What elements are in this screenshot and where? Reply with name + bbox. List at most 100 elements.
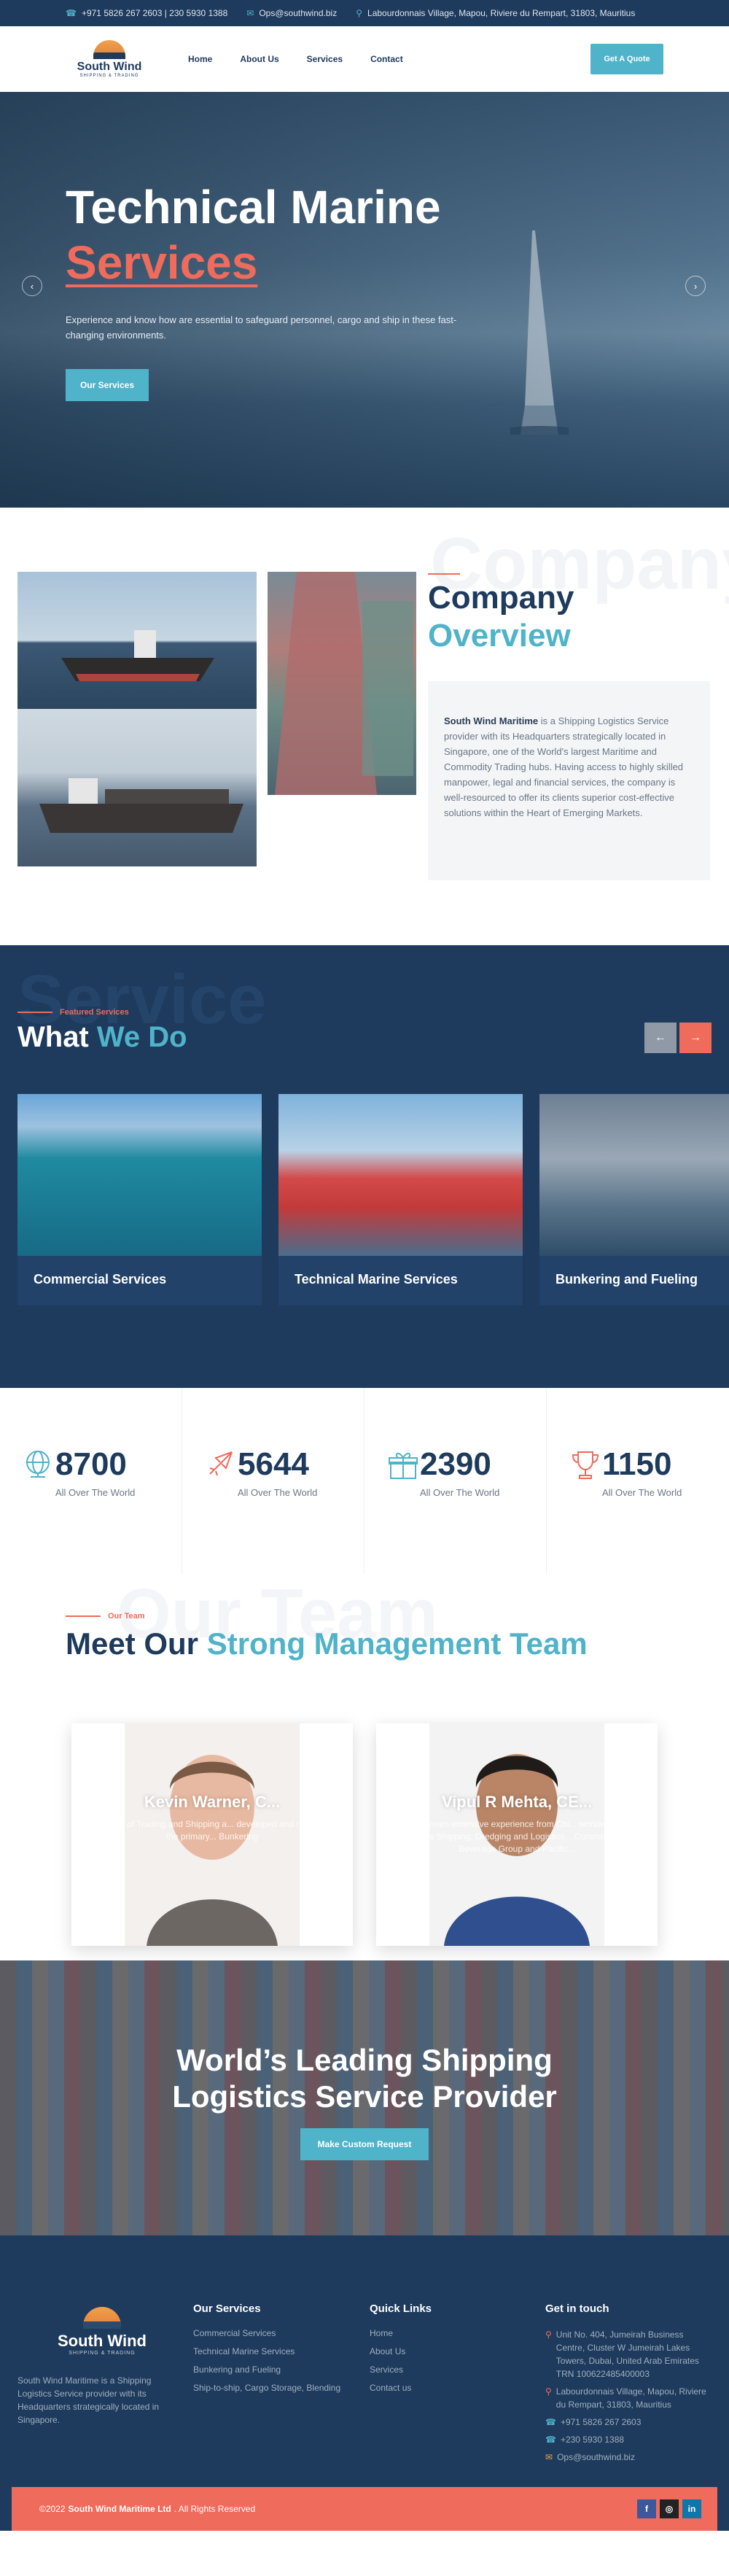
team-member-card[interactable]: Vipul R Mehta, CE... 25 years extensive … xyxy=(376,1723,658,1946)
footer-service-link[interactable]: Bunkering and Fueling xyxy=(193,2364,340,2375)
overview-title-line2: Overview xyxy=(428,618,571,653)
carousel-next-arrow-icon[interactable]: → xyxy=(679,1023,712,1053)
footer-logo-tagline: SHIPPING & TRADING xyxy=(69,2351,136,2356)
site-logo[interactable]: South Wind SHIPPING & TRADING xyxy=(66,40,153,78)
team-member-bio: 25 years extensive experience from Chi..… xyxy=(408,1819,625,1854)
services-title-a: What xyxy=(17,1021,89,1053)
location-pin-icon: ⚲ xyxy=(545,2386,552,2397)
ship-deck-photo xyxy=(268,572,416,795)
slider-next-arrow-icon[interactable]: › xyxy=(685,276,706,296)
footer-contact-title: Get in touch xyxy=(545,2303,609,2315)
copyright-company[interactable]: South Wind Maritime Ltd xyxy=(69,2504,171,2514)
service-card-title: Bunkering and Fueling xyxy=(555,1272,698,1287)
stat-caption: All Over The World xyxy=(238,1487,318,1498)
gift-box-icon xyxy=(389,1453,418,1479)
footer-quick-links-column: Quick Links Home About Us Services Conta… xyxy=(370,2303,432,2401)
hero-title-highlight: Services xyxy=(66,236,258,289)
services-tagline: Featured Services xyxy=(17,1008,129,1017)
overview-description-text: is a Shipping Logistics Service provider… xyxy=(444,715,684,818)
footer-service-link[interactable]: Commercial Services xyxy=(193,2328,340,2338)
footer-about-text: South Wind Maritime is a Shipping Logist… xyxy=(17,2375,160,2425)
top-contact-bar: ☎ +971 5826 267 2603 | 230 5930 1388 ✉ O… xyxy=(0,0,729,26)
nav-item-services[interactable]: Services xyxy=(307,54,343,64)
logo-name: South Wind xyxy=(77,61,142,73)
service-card-bunkering[interactable]: Bunkering and Fueling xyxy=(539,1094,729,1306)
banner-title-line1: World’s Leading Shipping xyxy=(176,2043,553,2077)
footer-link-services[interactable]: Services xyxy=(370,2364,432,2375)
our-services-button[interactable]: Our Services xyxy=(66,369,149,401)
service-card-commercial[interactable]: Commercial Services xyxy=(17,1094,262,1306)
footer-phone-1[interactable]: ☎ +971 5826 267 2603 xyxy=(545,2416,713,2429)
slider-prev-arrow-icon[interactable]: ‹ xyxy=(22,276,42,296)
social-links: f ◎ in xyxy=(637,2499,701,2518)
company-overview-section: Company Company Overview South Wind Mari… xyxy=(0,508,729,945)
carousel-prev-arrow-icon[interactable]: ← xyxy=(644,1023,677,1053)
topbar-phone[interactable]: ☎ +971 5826 267 2603 | 230 5930 1388 xyxy=(66,8,227,18)
nav-item-home[interactable]: Home xyxy=(188,54,212,64)
mail-icon: ✉ xyxy=(246,8,254,18)
topbar-address-text: Labourdonnais Village, Mapou, Riviere du… xyxy=(367,8,636,18)
footer-link-about[interactable]: About Us xyxy=(370,2346,432,2356)
copyright-suffix: . All Rights Reserved xyxy=(174,2504,256,2514)
logo-sunset-icon xyxy=(93,40,125,59)
service-card-technical[interactable]: Technical Marine Services xyxy=(278,1094,523,1306)
footer-phone-1-text: +971 5826 267 2603 xyxy=(560,2417,642,2427)
overview-title-line1: Company xyxy=(428,580,574,616)
footer-address-dubai-text: Unit No. 404, Jumeirah Business Centre, … xyxy=(555,2329,699,2379)
footer-logo[interactable]: South Wind SHIPPING & TRADING xyxy=(51,2307,153,2356)
tanker-ship-photo xyxy=(17,572,257,709)
overview-description-box: South Wind Maritime is a Shipping Logist… xyxy=(428,681,710,880)
phone-icon: ☎ xyxy=(545,2435,556,2445)
footer-phone-2[interactable]: ☎ +230 5930 1388 xyxy=(545,2433,713,2446)
get-a-quote-button[interactable]: Get A Quote xyxy=(590,44,663,74)
nav-item-about[interactable]: About Us xyxy=(240,54,278,64)
service-card-title: Technical Marine Services xyxy=(295,1272,458,1287)
stat-value: 1150 xyxy=(602,1446,672,1482)
hero-slider: Technical Marine Services Experience and… xyxy=(0,92,729,508)
footer-services-column: Our Services Commercial Services Technic… xyxy=(193,2303,340,2401)
footer-service-link[interactable]: Technical Marine Services xyxy=(193,2346,340,2356)
instagram-icon[interactable]: ◎ xyxy=(660,2499,679,2518)
site-footer: South Wind SHIPPING & TRADING South Wind… xyxy=(0,2235,729,2531)
team-member-card[interactable]: Kevin Warner, C... Head of Trading and S… xyxy=(71,1723,353,1946)
trophy-icon xyxy=(572,1451,599,1479)
hero-title-line1: Technical Marine xyxy=(66,181,441,233)
location-pin-icon: ⚲ xyxy=(356,8,363,18)
stat-counter: 8700 All Over The World xyxy=(0,1388,182,1574)
logo-sunset-icon xyxy=(83,2307,121,2329)
stat-caption: All Over The World xyxy=(602,1487,682,1498)
service-card-image xyxy=(278,1094,523,1256)
copyright-bar: ©2022 South Wind Maritime Ltd . All Righ… xyxy=(12,2487,717,2531)
globe-icon xyxy=(26,1451,50,1478)
facebook-icon[interactable]: f xyxy=(637,2499,656,2518)
team-member-name: Kevin Warner, C... xyxy=(144,1793,281,1811)
team-title-a: Meet Our xyxy=(66,1626,199,1661)
topbar-email-text: Ops@southwind.biz xyxy=(259,8,338,18)
service-card-image xyxy=(539,1094,729,1256)
hero-title: Technical Marine Services xyxy=(66,179,441,290)
service-card-title: Commercial Services xyxy=(34,1272,167,1287)
footer-links-title: Quick Links xyxy=(370,2303,432,2315)
topbar-email[interactable]: ✉ Ops@southwind.biz xyxy=(246,8,337,18)
nav-item-contact[interactable]: Contact xyxy=(370,54,403,64)
main-navigation: South Wind SHIPPING & TRADING Home About… xyxy=(0,26,729,92)
stat-value: 5644 xyxy=(238,1446,309,1482)
team-tagline-text: Our Team xyxy=(108,1612,145,1621)
copyright-prefix: ©2022 xyxy=(39,2504,66,2514)
team-tagline: Our Team xyxy=(66,1612,145,1621)
stat-caption: All Over The World xyxy=(55,1487,136,1498)
footer-link-home[interactable]: Home xyxy=(370,2328,432,2338)
footer-link-contact[interactable]: Contact us xyxy=(370,2383,432,2393)
phone-icon: ☎ xyxy=(545,2417,556,2427)
team-member-name: Vipul R Mehta, CE... xyxy=(441,1793,593,1811)
services-section: Service Featured Services What We Do ← →… xyxy=(0,945,729,1388)
footer-email[interactable]: ✉ Ops@southwind.biz xyxy=(545,2451,713,2464)
footer-contact-column: Get in touch ⚲ Unit No. 404, Jumeirah Bu… xyxy=(545,2303,713,2468)
linkedin-icon[interactable]: in xyxy=(682,2499,701,2518)
make-custom-request-button[interactable]: Make Custom Request xyxy=(300,2128,429,2160)
stat-counter: 5644 All Over The World xyxy=(182,1388,364,1574)
footer-email-text: Ops@southwind.biz xyxy=(557,2452,635,2462)
footer-service-link[interactable]: Ship-to-ship, Cargo Storage, Blending xyxy=(193,2383,340,2393)
footer-logo-name: South Wind xyxy=(58,2332,147,2350)
team-member-bio: Head of Trading and Shipping a... develo… xyxy=(104,1819,321,1842)
